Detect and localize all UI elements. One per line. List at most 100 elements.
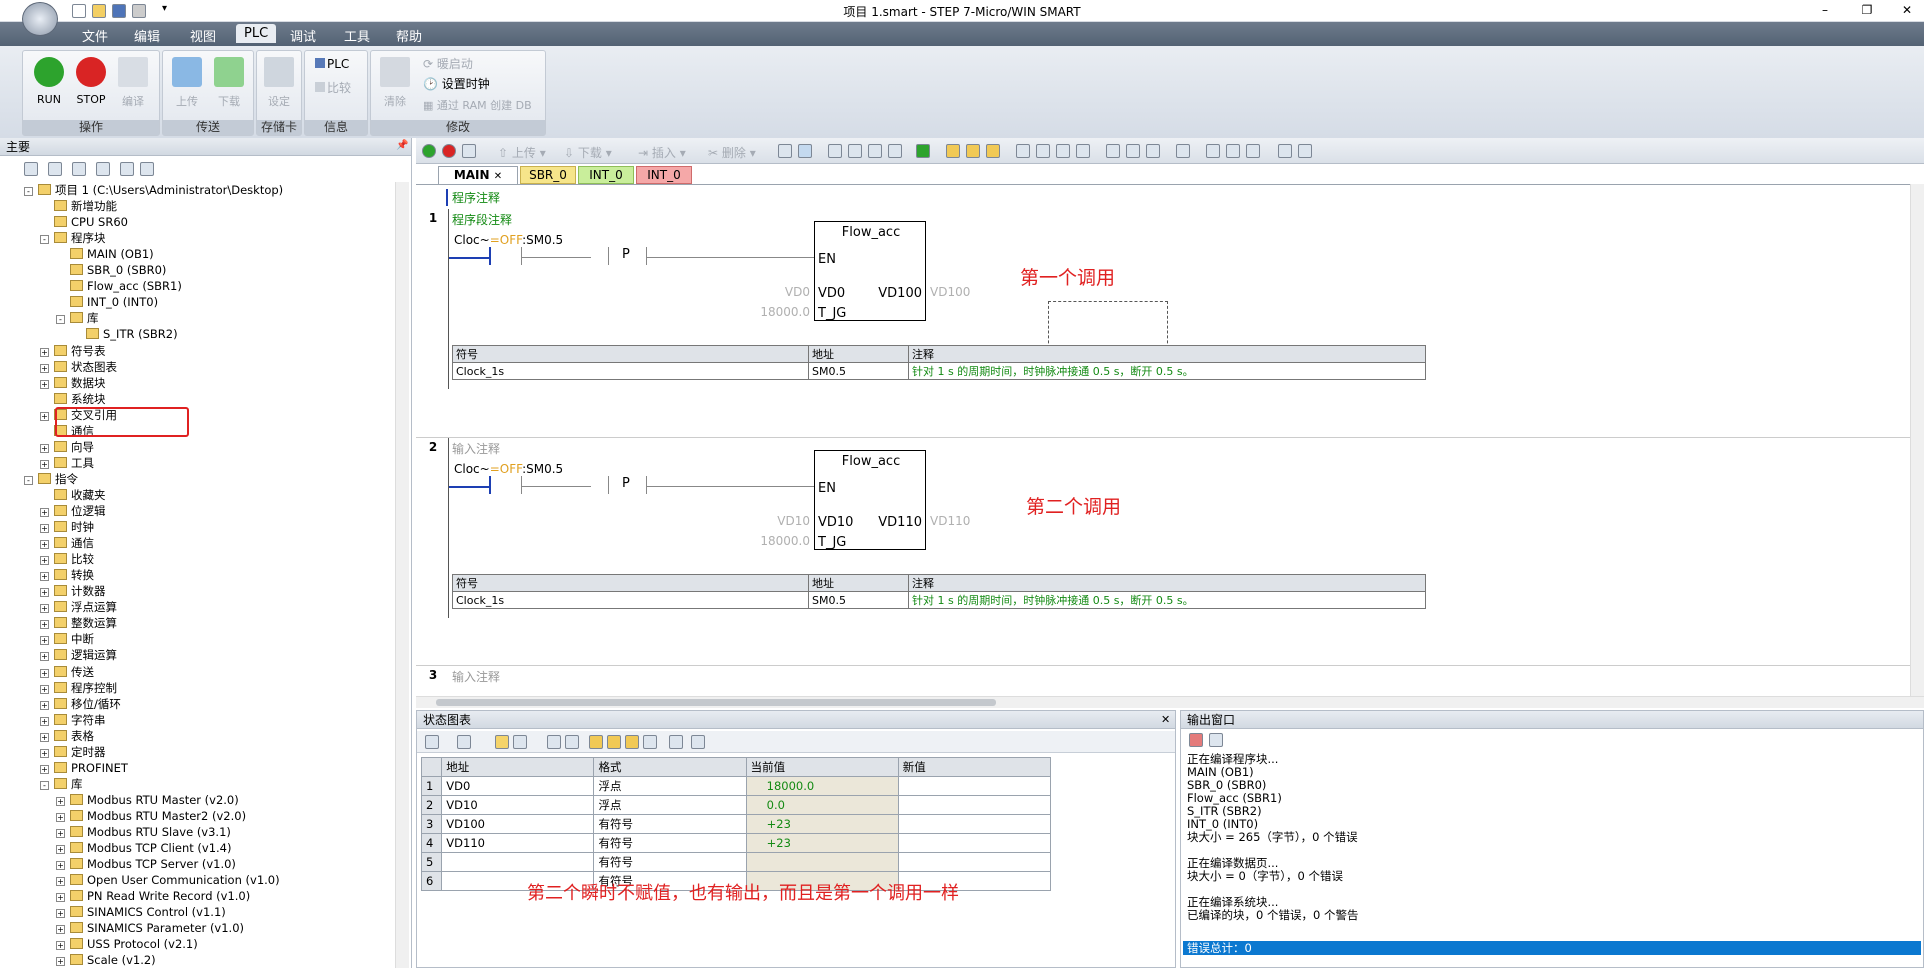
tree-item[interactable]: + 浮点运算 [40, 599, 117, 615]
menu-view[interactable]: 视图 [190, 26, 216, 45]
collapse-toggle-icon[interactable]: - [40, 780, 49, 790]
tab-sbr-0[interactable]: SBR_0 [520, 166, 576, 184]
monitor-chart-icon[interactable] [495, 735, 509, 749]
cell-address[interactable]: VD110 [441, 833, 595, 853]
box-icon[interactable] [1146, 144, 1160, 158]
tree-tool-2-icon[interactable] [48, 162, 62, 176]
line-right-icon[interactable] [1076, 144, 1090, 158]
tree-item[interactable]: Flow_acc (SBR1) [56, 278, 182, 294]
cell-format[interactable]: 浮点 [593, 795, 747, 815]
stop-small-icon[interactable] [442, 144, 456, 158]
tree-item[interactable]: + Modbus TCP Client (v1.4) [56, 840, 231, 856]
input-operand-2[interactable]: 18000.0 [756, 534, 810, 548]
tool-g-icon[interactable] [986, 144, 1000, 158]
menu-tools[interactable]: 工具 [344, 26, 370, 45]
tree-item[interactable]: + 工具 [40, 455, 94, 471]
tree-tool-5-icon[interactable] [120, 162, 134, 176]
cell-format[interactable]: 浮点 [593, 776, 747, 796]
expand-toggle-icon[interactable]: + [56, 877, 65, 887]
tree-item[interactable]: MAIN (OB1) [56, 246, 154, 262]
tool-a-icon[interactable] [828, 144, 842, 158]
tree-item[interactable]: + Modbus TCP Server (v1.0) [56, 856, 236, 872]
editor-canvas[interactable]: 程序注释 1 程序段注释 Cloc~=OFF:SM0.5 P Flow_acc … [416, 184, 1910, 696]
positive-transition-contact[interactable]: P [622, 247, 630, 262]
unforce-all-icon[interactable] [625, 735, 639, 749]
network-comment[interactable]: 程序段注释 [452, 211, 512, 228]
cell-address[interactable]: VD0 [441, 776, 595, 796]
menu-file[interactable]: 文件 [82, 26, 108, 45]
tree-item[interactable]: + 数据块 [40, 375, 106, 391]
tree-item[interactable]: + USS Protocol (v2.1) [56, 936, 198, 952]
tree-item[interactable]: + 中断 [40, 631, 94, 647]
pin-icon[interactable]: 📌 [396, 140, 408, 151]
cell-new-value[interactable] [897, 833, 1052, 853]
clear-output-icon[interactable] [1189, 733, 1203, 747]
tree-item[interactable]: + Open User Communication (v1.0) [56, 872, 280, 888]
tree-item[interactable]: + 状态图表 [40, 359, 117, 375]
expand-toggle-icon[interactable]: + [56, 957, 65, 967]
tool-i-icon[interactable] [1246, 144, 1260, 158]
function-block-flow-acc[interactable]: Flow_acc EN VD10 T_JG VD110 [814, 450, 926, 550]
tree-item[interactable]: + 转换 [40, 567, 94, 583]
cell-comment[interactable]: 针对 1 s 的周期时间，时钟脉冲接通 0.5 s，断开 0.5 s。 [908, 362, 1426, 380]
editor-insert-button[interactable]: ⇥ 插入 ▾ [638, 144, 686, 161]
expand-toggle-icon[interactable]: + [40, 668, 49, 678]
tree-item[interactable]: + SINAMICS Control (v1.1) [56, 904, 226, 920]
tree-item[interactable]: + Modbus RTU Master (v2.0) [56, 792, 239, 808]
cell-address[interactable] [441, 852, 595, 872]
symbol-table-icon[interactable] [1206, 144, 1220, 158]
tab-main[interactable]: MAIN ✕ [438, 166, 518, 184]
copy-output-icon[interactable] [1209, 733, 1223, 747]
expand-toggle-icon[interactable]: + [40, 604, 49, 614]
menu-plc[interactable]: PLC [236, 24, 277, 43]
tree-item[interactable]: + 整数运算 [40, 615, 117, 631]
pencil-icon[interactable] [565, 735, 579, 749]
network-comment[interactable]: 输入注释 [452, 668, 500, 685]
run-small-icon[interactable] [422, 144, 436, 158]
expand-toggle-icon[interactable]: + [56, 845, 65, 855]
options-icon[interactable] [691, 735, 705, 749]
upload-button[interactable]: 上传 [167, 55, 207, 115]
tree-item[interactable]: + 符号表 [40, 343, 106, 359]
tree-item[interactable]: 收藏夹 [40, 487, 106, 503]
compile-small-icon[interactable] [462, 144, 476, 158]
expand-toggle-icon[interactable]: + [56, 893, 65, 903]
collapse-toggle-icon[interactable]: - [40, 235, 49, 245]
tree-item[interactable]: - 项目 1 (C:\Users\Administrator\Desktop) [24, 182, 283, 198]
tree-tool-3-icon[interactable] [72, 162, 86, 176]
tree-item[interactable]: + 计数器 [40, 583, 106, 599]
cell-new-value[interactable] [897, 814, 1052, 834]
close-button[interactable]: ✕ [1892, 0, 1922, 20]
minimize-button[interactable]: – [1810, 0, 1840, 20]
properties-icon[interactable] [1298, 144, 1312, 158]
tool-d-icon[interactable] [888, 144, 902, 158]
collapse-toggle-icon[interactable]: - [24, 187, 33, 196]
expand-toggle-icon[interactable]: + [40, 716, 49, 726]
tree-tool-4-icon[interactable] [96, 162, 110, 176]
function-block-flow-acc[interactable]: Flow_acc EN VD0 T_JG VD100 [814, 221, 926, 321]
trend-icon[interactable] [669, 735, 683, 749]
expand-toggle-icon[interactable]: + [40, 443, 49, 453]
expand-toggle-icon[interactable]: + [56, 925, 65, 935]
warm-start-button[interactable]: ⟳ 暖启动 [423, 55, 473, 72]
bookmark-icon[interactable] [1278, 144, 1292, 158]
tree-item[interactable]: 新增功能 [40, 198, 117, 214]
tree-item[interactable]: + 比较 [40, 551, 94, 567]
unforce-icon[interactable] [607, 735, 621, 749]
tool-f-icon[interactable] [966, 144, 980, 158]
contact-icon[interactable] [1106, 144, 1120, 158]
comment-icon[interactable] [1176, 144, 1190, 158]
tool-h-icon[interactable] [1226, 144, 1240, 158]
menu-debug[interactable]: 调试 [290, 26, 316, 45]
tree-item[interactable]: -库 [56, 310, 99, 326]
tree-item[interactable]: SBR_0 (SBR0) [56, 262, 166, 278]
tree-item[interactable]: + Scale (v1.2) [56, 952, 156, 968]
input-operand-1[interactable]: VD0 [774, 285, 810, 299]
expand-toggle-icon[interactable]: + [56, 861, 65, 871]
tree-item[interactable]: + 表格 [40, 728, 94, 744]
coil-icon[interactable] [1126, 144, 1140, 158]
compare-button[interactable]: 比较 [315, 79, 351, 96]
expand-toggle-icon[interactable]: + [40, 700, 49, 710]
tree-tool-6-icon[interactable] [140, 162, 154, 176]
plc-info-button[interactable]: PLC [315, 57, 349, 71]
